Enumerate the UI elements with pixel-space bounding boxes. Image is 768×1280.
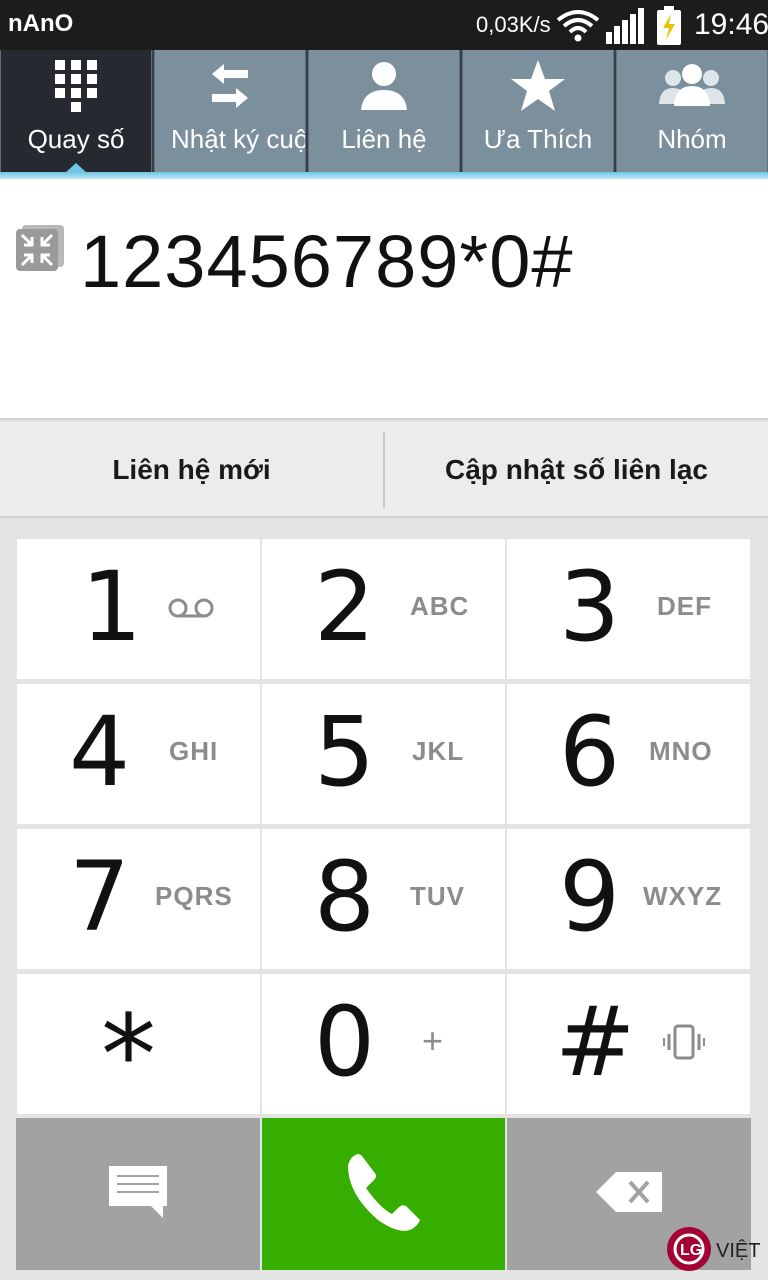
tab-label: Nhóm (657, 124, 727, 154)
key-letters: WXYZ (643, 881, 723, 911)
signal-bars-icon (606, 8, 646, 49)
group-icon (617, 58, 767, 118)
key-digit: * (101, 991, 156, 1119)
carrier-name: nAnO (8, 10, 74, 37)
tab-favorites[interactable]: Ưa Thích (462, 50, 614, 172)
tab-contacts[interactable]: Liên hệ (308, 50, 460, 172)
number-display: 123456789*0# (0, 179, 768, 420)
key-letters: + (422, 1020, 445, 1061)
voicemail-icon (167, 595, 215, 626)
key-0[interactable]: 0 + (262, 974, 505, 1114)
key-3[interactable]: 3 DEF (507, 539, 750, 679)
update-contact-button[interactable]: Cập nhật số liên lạc (385, 422, 768, 518)
key-digit: 5 (314, 696, 376, 808)
clock: 19:46 (694, 8, 768, 41)
tab-label: Ưa Thích (483, 124, 593, 154)
svg-text:LG: LG (680, 1242, 702, 1259)
key-letters: GHI (169, 736, 219, 766)
key-8[interactable]: 8 TUV (262, 829, 505, 969)
key-star[interactable]: * (17, 974, 260, 1114)
key-2[interactable]: 2 ABC (262, 539, 505, 679)
new-contact-button[interactable]: Liên hệ mới (0, 422, 383, 518)
tab-call-log[interactable]: Nhật ký cuộc gọi (154, 50, 306, 172)
key-digit: 7 (69, 841, 131, 953)
tab-label: Liên hệ (341, 124, 427, 154)
status-bar: nAnO 0,03K/s 19:46 (0, 0, 768, 50)
key-7[interactable]: 7 PQRS (17, 829, 260, 969)
key-9[interactable]: 9 WXYZ (507, 829, 750, 969)
tab-groups[interactable]: Nhóm (616, 50, 768, 172)
key-digit: 2 (314, 551, 376, 663)
phone-call-icon (344, 1150, 424, 1239)
network-speed: 0,03K/s (476, 12, 551, 37)
tab-label: Nhật ký cuộc gọi (171, 124, 305, 154)
message-icon (107, 1164, 169, 1225)
key-digit: 1 (81, 551, 143, 663)
key-digit: 8 (314, 841, 376, 953)
key-digit: 3 (559, 551, 621, 663)
key-letters: JKL (412, 736, 465, 766)
star-icon (463, 58, 613, 118)
watermark-text: VIỆT (716, 1240, 761, 1262)
action-row: Liên hệ mới Cập nhật số liên lạc (0, 422, 768, 518)
tab-dialer[interactable]: Quay số (0, 50, 152, 172)
key-digit: 0 (314, 986, 376, 1098)
key-letters: MNO (649, 736, 713, 766)
vibrate-icon (663, 1022, 705, 1067)
key-letters: ABC (410, 591, 470, 621)
call-button[interactable] (262, 1118, 505, 1270)
key-digit: 4 (69, 696, 131, 808)
key-digit: 6 (559, 696, 621, 808)
key-letters: TUV (410, 881, 465, 911)
tab-bar: Quay số Nhật ký cuộc gọi Liên hệ Ưa Thíc… (0, 50, 768, 174)
message-button[interactable] (16, 1118, 260, 1270)
lg-logo: LG (666, 1226, 712, 1277)
key-6[interactable]: 6 MNO (507, 684, 750, 824)
wifi-icon (556, 8, 600, 47)
key-1[interactable]: 1 (17, 539, 260, 679)
key-letters: PQRS (155, 881, 233, 911)
collapse-arrows-icon[interactable] (14, 223, 66, 278)
dialpad-icon (1, 58, 151, 118)
contact-person-icon (309, 58, 459, 118)
dialed-number[interactable]: 123456789*0# (80, 219, 574, 304)
key-digit: # (555, 986, 636, 1098)
key-hash[interactable]: # (507, 974, 750, 1114)
key-letters: DEF (657, 591, 712, 621)
key-digit: 9 (559, 841, 621, 953)
tab-label: Quay số (27, 124, 125, 154)
battery-charging-icon (656, 6, 682, 51)
active-tab-indicator (65, 163, 87, 172)
backspace-icon (594, 1170, 664, 1219)
watermark: LG VIỆT (666, 1226, 760, 1277)
call-log-arrows-icon (155, 58, 305, 118)
tab-underline (0, 172, 768, 179)
key-5[interactable]: 5 JKL (262, 684, 505, 824)
key-4[interactable]: 4 GHI (17, 684, 260, 824)
